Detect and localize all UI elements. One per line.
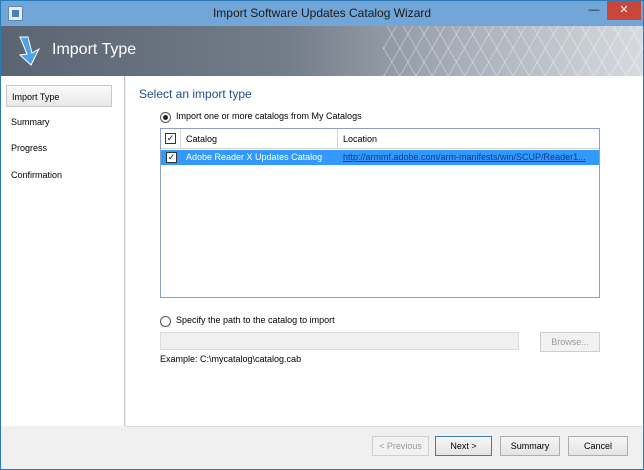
select-all-checkbox[interactable]: ✓ [165, 133, 176, 144]
previous-button[interactable]: < Previous [372, 436, 429, 456]
row-checkbox[interactable]: ✓ [166, 152, 177, 163]
step-import-type[interactable]: Import Type [6, 85, 112, 107]
cell-location-link[interactable]: http://armmf.adobe.com/arm-manifests/win… [343, 150, 598, 165]
minimize-button[interactable]: — [581, 1, 607, 20]
list-header: ✓ Catalog Location [161, 129, 599, 149]
table-row[interactable]: ✓ Adobe Reader X Updates Catalog http://… [161, 150, 599, 165]
footer-divider [125, 426, 643, 427]
section-heading: Select an import type [139, 87, 252, 101]
cancel-button[interactable]: Cancel [568, 436, 628, 456]
radio-my-catalogs[interactable] [160, 112, 171, 123]
next-button[interactable]: Next > [435, 436, 492, 456]
step-summary[interactable]: Summary [6, 111, 112, 133]
wizard-footer: < Previous Next > Summary Cancel [1, 426, 643, 469]
wizard-banner: Import Type [1, 26, 643, 76]
page-title: Import Type [52, 41, 137, 58]
radio-specify-path-label[interactable]: Specify the path to the catalog to impor… [176, 315, 335, 325]
browse-button[interactable]: Browse... [540, 332, 600, 352]
close-button[interactable]: ✕ [607, 1, 641, 20]
catalog-list[interactable]: ✓ Catalog Location ✓ Adobe Reader X Upda… [160, 128, 600, 298]
step-progress[interactable]: Progress [6, 137, 112, 159]
arrow-down-icon [18, 36, 41, 66]
radio-specify-path[interactable] [160, 316, 171, 327]
catalog-path-input[interactable] [160, 332, 519, 350]
title-bar[interactable]: Import Software Updates Catalog Wizard —… [1, 1, 643, 26]
summary-button[interactable]: Summary [500, 436, 560, 456]
example-text: Example: C:\mycatalog\catalog.cab [160, 354, 302, 364]
window-title: Import Software Updates Catalog Wizard [212, 6, 432, 20]
step-confirmation[interactable]: Confirmation [6, 164, 112, 186]
radio-my-catalogs-label[interactable]: Import one or more catalogs from My Cata… [176, 111, 362, 121]
column-header-catalog[interactable]: Catalog [181, 129, 338, 149]
column-header-location[interactable]: Location [338, 129, 377, 149]
wizard-steps: Import Type Summary Progress Confirmatio… [1, 76, 125, 469]
header-check-column: ✓ [161, 129, 181, 149]
banner-decoration [383, 26, 643, 76]
wizard-window: Import Software Updates Catalog Wizard —… [0, 0, 644, 470]
cell-catalog: Adobe Reader X Updates Catalog [186, 152, 323, 162]
main-panel: Select an import type Import one or more… [126, 76, 643, 426]
